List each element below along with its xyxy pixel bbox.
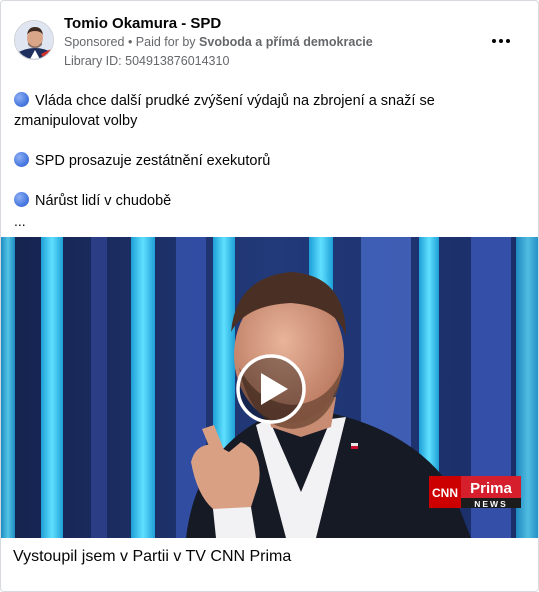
- sponsored-line: Sponsored • Paid for by Svoboda a přímá …: [64, 35, 373, 49]
- see-more-ellipsis[interactable]: ...: [14, 213, 26, 229]
- video-thumbnail: CNN Prima NEWS: [1, 237, 538, 538]
- avatar-image: [15, 21, 53, 59]
- paid-for-name[interactable]: Svoboda a přímá demokracie: [199, 35, 373, 49]
- paragraph-text: SPD prosazuje zestátnění exekutorů: [35, 153, 271, 169]
- logo-prima-text: Prima: [470, 480, 512, 497]
- library-id: Library ID: 504913876014310: [64, 54, 230, 68]
- more-options-button[interactable]: [488, 31, 514, 51]
- play-button[interactable]: [236, 354, 306, 424]
- paragraph-text: Nárůst lidí v chudobě: [35, 193, 172, 209]
- paragraph-text: Vláda chce další prudké zvýšení výdajů n…: [14, 93, 435, 129]
- separator-dot: •: [124, 35, 136, 49]
- video-caption[interactable]: Vystoupil jsem v Partii v TV CNN Prima: [13, 548, 291, 566]
- sponsored-label[interactable]: Sponsored: [64, 35, 124, 49]
- avatar[interactable]: [14, 20, 54, 60]
- post-paragraph-3: Nárůst lidí v chudobě: [14, 191, 524, 211]
- blue-circle-icon: [14, 92, 29, 107]
- logo-cnn-text: CNN: [432, 486, 458, 500]
- page-name[interactable]: Tomio Okamura - SPD: [64, 15, 221, 32]
- blue-circle-icon: [14, 192, 29, 207]
- post-paragraph-1: Vláda chce další prudké zvýšení výdajů n…: [14, 91, 524, 131]
- ad-card: Tomio Okamura - SPD Sponsored • Paid for…: [0, 0, 539, 592]
- post-paragraph-2: SPD prosazuje zestátnění exekutorů: [14, 151, 524, 171]
- logo-news-text: NEWS: [474, 499, 508, 509]
- blue-circle-icon: [14, 152, 29, 167]
- video-player[interactable]: CNN Prima NEWS: [1, 237, 538, 538]
- post-header: Tomio Okamura - SPD Sponsored • Paid for…: [14, 15, 524, 71]
- more-horizontal-icon: [492, 39, 510, 43]
- post-text: Vláda chce další prudké zvýšení výdajů n…: [14, 91, 524, 231]
- paid-for-prefix: Paid for by: [135, 35, 200, 49]
